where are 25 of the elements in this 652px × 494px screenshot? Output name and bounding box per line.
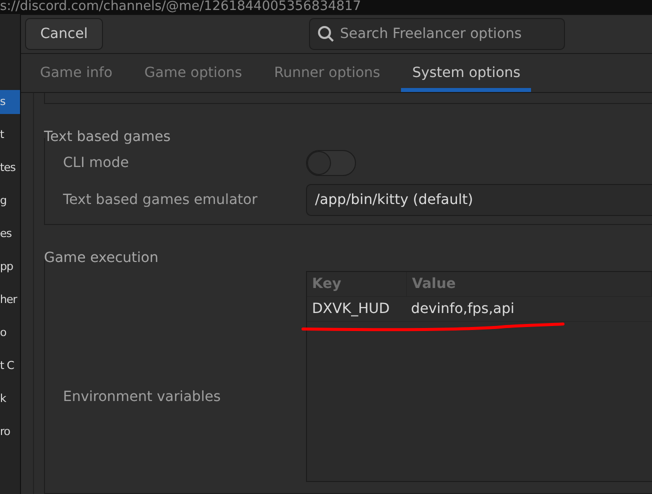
tab[interactable]: System options — [401, 54, 532, 92]
sidebar-item[interactable]: ro — [0, 420, 20, 444]
sidebar-item[interactable]: tes — [0, 156, 20, 180]
sidebar-item[interactable]: s — [0, 90, 20, 114]
sidebar-item[interactable]: es — [0, 222, 20, 246]
sidebar-item[interactable]: t — [0, 123, 20, 147]
sidebar-item[interactable]: g — [0, 189, 20, 213]
cancel-button[interactable]: Cancel — [25, 18, 103, 50]
field-label: Environment variables — [63, 388, 222, 404]
field-label: CLI mode — [63, 155, 130, 171]
search-field[interactable]: Search Freelancer options — [309, 18, 565, 50]
field-label: Text based games emulator — [63, 192, 258, 208]
input-field[interactable]: /app/bin/kitty (default) — [306, 184, 652, 216]
table-cell-text: DXVK_HUD — [311, 300, 391, 319]
table-cell-text: devinfo,fps,api — [410, 300, 516, 319]
search-icon — [317, 25, 335, 43]
sidebar-item[interactable]: o — [0, 321, 20, 345]
sidebar-item[interactable]: t C — [0, 354, 20, 378]
sidebar-item[interactable]: k — [0, 387, 20, 411]
section-title: Text based games — [44, 130, 172, 144]
toggle-switch[interactable] — [306, 150, 356, 176]
section-title: Game execution — [44, 251, 160, 265]
sidebar-item[interactable]: pp — [0, 255, 20, 279]
url-text: s://discord.com/channels/@me/1261844005356834817 — [0, 0, 652, 14]
sidebar-item[interactable]: her — [0, 288, 20, 312]
